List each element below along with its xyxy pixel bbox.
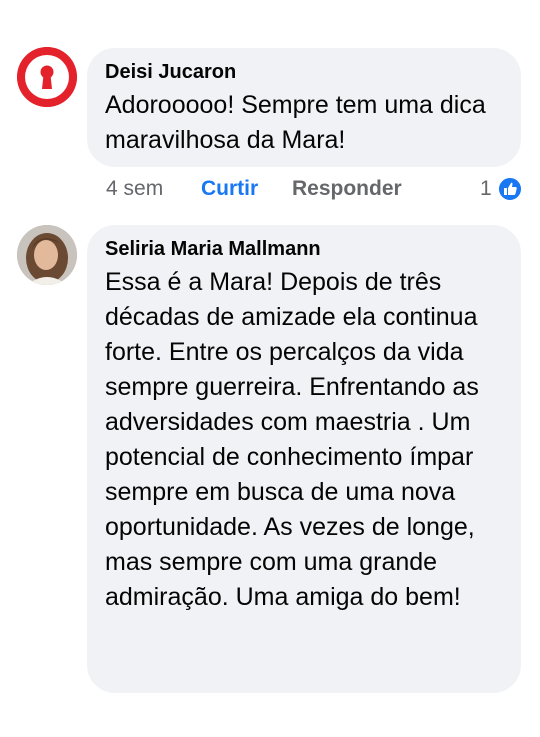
reply-button[interactable]: Responder xyxy=(292,177,402,201)
comment-timestamp[interactable]: 4 sem xyxy=(106,177,163,201)
keyhole-icon xyxy=(17,47,77,107)
comment-author[interactable]: Deisi Jucaron xyxy=(105,61,236,84)
avatar-deisi[interactable] xyxy=(17,47,77,107)
like-button[interactable]: Curtir xyxy=(201,177,258,201)
avatar-seliria[interactable] xyxy=(17,225,77,285)
comment-bubble: Deisi Jucaron Adorooooo! Sempre tem uma … xyxy=(87,48,521,167)
thumbs-up-icon xyxy=(497,176,523,202)
comment-text: Essa é a Mara! Depois de três décadas de… xyxy=(105,268,479,611)
comment-text: Adorooooo! Sempre tem uma dica maravilho… xyxy=(105,91,486,154)
reaction-count: 1 xyxy=(480,177,492,200)
comment-author[interactable]: Seliria Maria Mallmann xyxy=(105,238,321,261)
comment-bubble: Seliria Maria Mallmann Essa é a Mara! De… xyxy=(87,225,521,693)
profile-photo xyxy=(17,225,77,285)
